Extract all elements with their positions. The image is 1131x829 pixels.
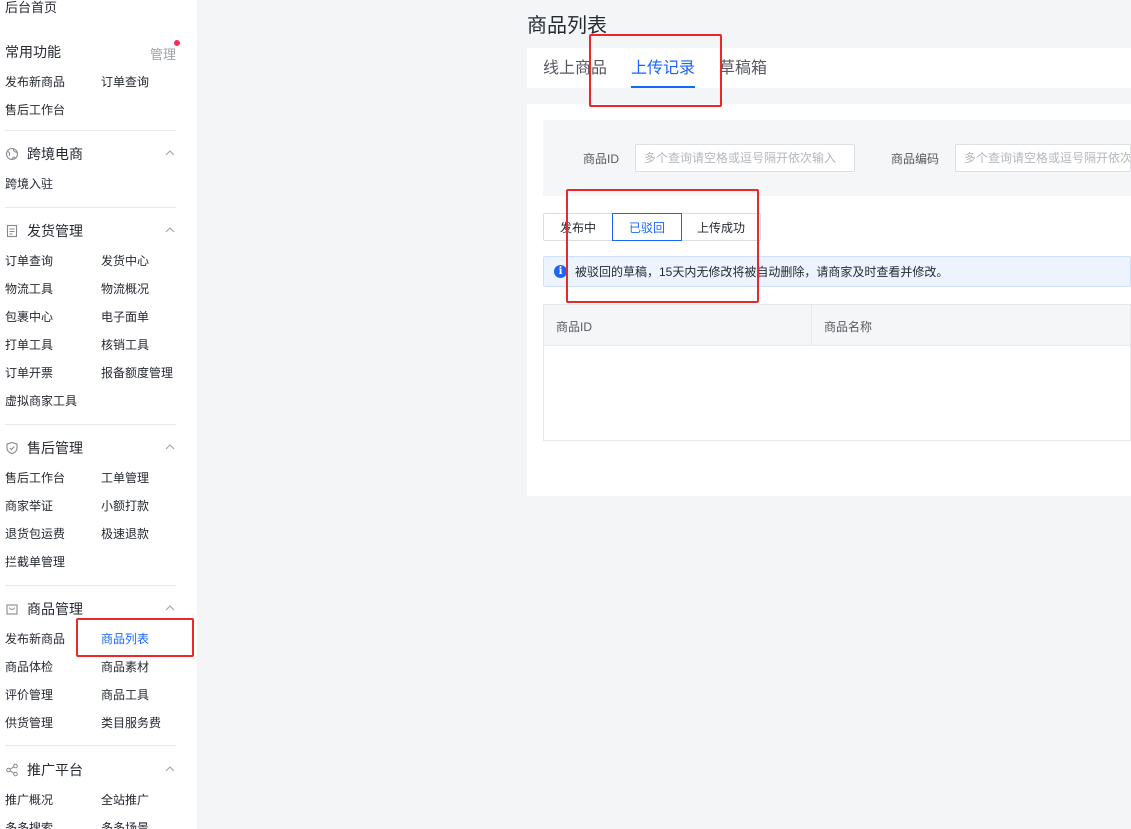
sidebar-item[interactable]: 发布新商品 xyxy=(5,68,101,96)
sidebar-section-promotion: 推广平台 推广概况 全站推广 多多搜索 多多场景 xyxy=(5,759,176,829)
sidebar-divider xyxy=(5,207,176,208)
sidebar-item[interactable]: 多多搜索 xyxy=(5,814,101,829)
sidebar-item[interactable]: 售后工作台 xyxy=(5,464,101,492)
active-tab-indicator xyxy=(631,86,695,88)
sidebar-item[interactable]: 发布新商品 xyxy=(5,625,101,653)
sidebar-item[interactable]: 评价管理 xyxy=(5,681,101,709)
document-icon xyxy=(5,224,19,238)
sidebar: 后台首页 常用功能 管理 发布新商品 订单查询 售后工作台 跨境电商 跨境入驻 xyxy=(0,0,197,829)
chevron-up-icon[interactable] xyxy=(164,763,176,775)
column-header-product-name: 商品名称 xyxy=(824,320,873,334)
manage-link[interactable]: 管理 xyxy=(150,40,180,63)
bag-icon xyxy=(5,602,19,616)
sidebar-section-header[interactable]: 售后管理 xyxy=(5,437,176,459)
sidebar-section-common: 常用功能 管理 发布新商品 订单查询 售后工作台 xyxy=(5,40,180,124)
sidebar-item[interactable]: 跨境入驻 xyxy=(5,170,101,198)
sidebar-item[interactable]: 极速退款 xyxy=(101,520,181,548)
sidebar-section-products: 商品管理 发布新商品 商品列表 商品体检 商品素材 评价管理 商品工具 供货管理… xyxy=(5,598,176,737)
sidebar-item[interactable]: 多多场景 xyxy=(101,814,181,829)
sidebar-section-shipping: 发货管理 订单查询 发货中心 物流工具 物流概况 包裹中心 电子面单 打单工具 … xyxy=(5,220,176,415)
sidebar-section-title: 跨境电商 xyxy=(27,146,83,162)
sidebar-section-header[interactable]: 跨境电商 xyxy=(5,143,176,165)
sidebar-item[interactable]: 物流工具 xyxy=(5,275,101,303)
tab-drafts[interactable]: 草稿箱 xyxy=(719,58,767,80)
records-table: 商品ID 商品名称 xyxy=(543,304,1131,441)
sidebar-section-cross-border: 跨境电商 跨境入驻 xyxy=(5,143,176,198)
sidebar-item[interactable]: 退货包运费 xyxy=(5,520,101,548)
sidebar-item[interactable]: 类目服务费 xyxy=(101,709,181,737)
sidebar-item[interactable]: 商品体检 xyxy=(5,653,101,681)
chevron-up-icon[interactable] xyxy=(164,602,176,614)
tab-upload-records[interactable]: 上传记录 xyxy=(631,58,695,80)
content-card: 商品ID 多个查询请空格或逗号隔开依次输入 商品编码 多个查询请空格或逗号隔开依… xyxy=(527,104,1131,496)
sidebar-home-link[interactable]: 后台首页 xyxy=(5,0,57,16)
sidebar-item[interactable]: 电子面单 xyxy=(101,303,181,331)
sidebar-section-title: 商品管理 xyxy=(27,601,83,617)
sidebar-item[interactable]: 核销工具 xyxy=(101,331,181,359)
product-code-label: 商品编码 xyxy=(891,152,940,166)
segment-publishing[interactable]: 发布中 xyxy=(543,213,613,241)
sidebar-item[interactable]: 售后工作台 xyxy=(5,96,101,124)
sidebar-item[interactable]: 拦截单管理 xyxy=(5,548,101,576)
alert-text: 被驳回的草稿，15天内无修改将被自动删除，请商家及时查看并修改。 xyxy=(575,265,949,279)
globe-icon xyxy=(5,147,19,161)
tab-online-products[interactable]: 线上商品 xyxy=(543,58,607,80)
column-divider xyxy=(811,305,812,346)
sidebar-section-title: 常用功能 xyxy=(5,44,61,60)
sidebar-divider xyxy=(5,424,176,425)
sidebar-item[interactable]: 物流概况 xyxy=(101,275,181,303)
sidebar-item[interactable]: 商品工具 xyxy=(101,681,181,709)
sidebar-item[interactable]: 供货管理 xyxy=(5,709,101,737)
product-id-input[interactable]: 多个查询请空格或逗号隔开依次输入 xyxy=(635,144,855,172)
sidebar-divider xyxy=(5,130,176,131)
sidebar-divider xyxy=(5,745,176,746)
sidebar-item[interactable]: 工单管理 xyxy=(101,464,181,492)
sidebar-item[interactable]: 订单开票 xyxy=(5,359,101,387)
sidebar-section-header[interactable]: 商品管理 xyxy=(5,598,176,620)
page-title: 商品列表 xyxy=(527,15,607,37)
chevron-up-icon[interactable] xyxy=(164,224,176,236)
chevron-up-icon[interactable] xyxy=(164,147,176,159)
segment-rejected[interactable]: 已驳回 xyxy=(612,213,682,241)
info-alert: i 被驳回的草稿，15天内无修改将被自动删除，请商家及时查看并修改。 xyxy=(543,256,1131,287)
sidebar-item[interactable]: 虚拟商家工具 xyxy=(5,387,101,415)
segment-upload-success[interactable]: 上传成功 xyxy=(681,213,761,241)
sidebar-item[interactable]: 订单查询 xyxy=(101,68,181,96)
sidebar-section-header[interactable]: 推广平台 xyxy=(5,759,176,781)
share-icon xyxy=(5,763,19,777)
sidebar-divider xyxy=(5,585,176,586)
sidebar-item[interactable]: 商品素材 xyxy=(101,653,181,681)
sidebar-item[interactable]: 全站推广 xyxy=(101,786,181,814)
sidebar-section-header[interactable]: 发货管理 xyxy=(5,220,176,242)
sidebar-item-product-list[interactable]: 商品列表 xyxy=(101,625,181,653)
sidebar-item[interactable]: 发货中心 xyxy=(101,247,181,275)
sidebar-section-title: 售后管理 xyxy=(27,440,83,456)
shield-icon xyxy=(5,441,19,455)
sidebar-item[interactable]: 订单查询 xyxy=(5,247,101,275)
sidebar-item[interactable]: 打单工具 xyxy=(5,331,101,359)
sidebar-item[interactable]: 商家举证 xyxy=(5,492,101,520)
sidebar-item[interactable]: 包裹中心 xyxy=(5,303,101,331)
column-header-product-id: 商品ID xyxy=(556,320,593,334)
sidebar-item[interactable]: 报备额度管理 xyxy=(101,359,181,387)
tab-bar: 线上商品 上传记录 草稿箱 xyxy=(527,48,1131,88)
notification-dot xyxy=(174,40,180,46)
chevron-up-icon[interactable] xyxy=(164,441,176,453)
sidebar-section-header: 常用功能 管理 xyxy=(5,40,180,63)
info-icon: i xyxy=(554,265,567,278)
sidebar-section-title: 推广平台 xyxy=(27,762,83,778)
sidebar-item[interactable]: 推广概况 xyxy=(5,786,101,814)
sidebar-section-after-sales: 售后管理 售后工作台 工单管理 商家举证 小额打款 退货包运费 极速退款 拦截单… xyxy=(5,437,176,576)
sidebar-section-title: 发货管理 xyxy=(27,223,83,239)
product-id-label: 商品ID xyxy=(583,152,620,166)
table-header: 商品ID 商品名称 xyxy=(544,305,1130,346)
product-code-input[interactable]: 多个查询请空格或逗号隔开依次输入 xyxy=(955,144,1131,172)
sidebar-item[interactable]: 小额打款 xyxy=(101,492,181,520)
